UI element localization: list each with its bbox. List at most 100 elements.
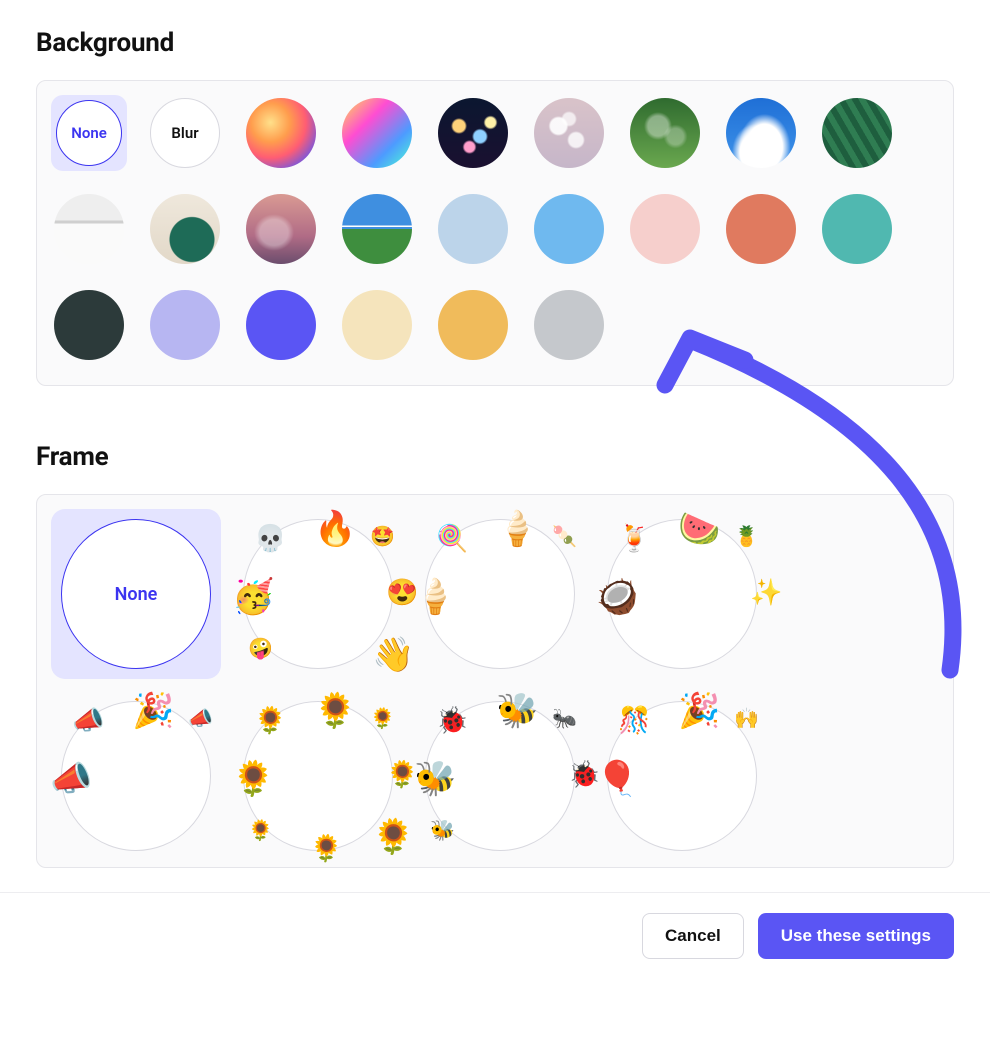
frame-decoration-icon: 🐝 — [414, 762, 456, 796]
background-option-img-palm[interactable] — [819, 95, 895, 171]
cancel-button[interactable]: Cancel — [642, 913, 744, 959]
background-image-swatch — [54, 194, 124, 264]
frame-option-frame-tropical[interactable]: 🍉🍹🍍🥥✨ — [597, 509, 767, 679]
frame-option-frame-celebrate[interactable]: 🎉🎊🙌🎈 — [597, 691, 767, 861]
background-color-swatch — [150, 290, 220, 360]
background-image-swatch — [630, 98, 700, 168]
frame-option-frame-icecream[interactable]: 🍦 🍭 🍡 🍦 — [415, 509, 585, 679]
background-color-swatch — [726, 194, 796, 264]
frame-option-frame-none[interactable]: None — [51, 509, 221, 679]
background-image-swatch — [246, 194, 316, 264]
background-option-img-sunset-clouds[interactable] — [243, 191, 319, 267]
background-option-color-indigo[interactable] — [243, 287, 319, 363]
frame-option-frame-party[interactable]: 🎉 📣 📣 📣 — [51, 691, 221, 861]
background-option-color-teal[interactable] — [819, 191, 895, 267]
frame-preview-circle: None — [61, 519, 211, 669]
background-option-color-blush[interactable] — [627, 191, 703, 267]
background-option-img-green-bokeh[interactable] — [627, 95, 703, 171]
background-color-swatch — [342, 290, 412, 360]
frame-decoration-icon: 🌻 — [248, 820, 273, 840]
background-color-swatch — [534, 194, 604, 264]
frame-decoration-icon: 🍍 — [734, 526, 759, 546]
background-color-swatch — [630, 194, 700, 264]
frame-preview-circle: 🎉🎊🙌🎈 — [607, 701, 757, 851]
frame-decoration-icon: 🐝 — [430, 820, 455, 840]
frame-decoration-icon: 🌻 — [310, 836, 342, 862]
background-image-swatch — [438, 98, 508, 168]
frame-decoration-icon: 🎉 — [132, 694, 174, 728]
frame-section-title: Frame — [36, 442, 954, 472]
frame-decoration-icon: 🌻 — [254, 708, 286, 734]
background-color-swatch — [438, 194, 508, 264]
frame-preview-circle: 🎉📣📣📣 — [61, 701, 211, 851]
frame-decoration-icon: 🌻 — [386, 762, 418, 788]
frame-decoration-icon: 🙌 — [734, 708, 759, 728]
frame-decoration-icon: 😍 — [386, 580, 418, 606]
frame-decoration-icon: 🍦 — [414, 580, 456, 614]
frame-decoration-icon: 🥥 — [596, 580, 638, 614]
frame-decoration-icon: 📣 — [188, 708, 213, 728]
frame-decoration-icon: 💀 — [254, 526, 286, 552]
background-option-color-coral[interactable] — [723, 191, 799, 267]
frame-decoration-icon: 🍡 — [552, 526, 577, 546]
frame-decoration-icon: 🐜 — [552, 708, 577, 728]
background-option-color-charcoal[interactable] — [51, 287, 127, 363]
background-option-img-rainbow-gradient[interactable] — [339, 95, 415, 171]
background-option-img-bliss[interactable] — [339, 191, 415, 267]
background-option-img-room-bw[interactable] — [51, 191, 127, 267]
frame-decoration-icon: 🌻 — [370, 708, 395, 728]
frame-decoration-icon: 📣 — [50, 762, 92, 796]
frame-preview-circle: 🍦🍭🍡🍦 — [425, 519, 575, 669]
background-option-img-warm-gradient[interactable] — [243, 95, 319, 171]
dialog-footer: Cancel Use these settings — [0, 892, 990, 987]
background-options-panel: None Blur — [36, 80, 954, 386]
frame-decoration-icon: 🥳 — [232, 580, 274, 614]
background-color-swatch — [438, 290, 508, 360]
frame-decoration-icon: 🤩 — [370, 526, 395, 546]
frame-decoration-icon: 🍦 — [496, 512, 538, 546]
background-option-color-amber[interactable] — [435, 287, 511, 363]
background-image-swatch — [246, 98, 316, 168]
background-option-color-sky-blue[interactable] — [531, 191, 607, 267]
background-option-img-sky-clouds[interactable] — [723, 95, 799, 171]
background-image-swatch — [726, 98, 796, 168]
background-image-swatch — [534, 98, 604, 168]
background-option-blur[interactable]: Blur — [147, 95, 223, 171]
background-label-blur: Blur — [150, 98, 220, 168]
frame-decoration-icon: 🎈 — [596, 762, 638, 796]
background-option-img-bokeh-night[interactable] — [435, 95, 511, 171]
frame-option-frame-emoji-faces[interactable]: 🔥💀🤩🥳😍🤪👋 — [233, 509, 403, 679]
background-option-color-pale-blue[interactable] — [435, 191, 511, 267]
apply-button[interactable]: Use these settings — [758, 913, 954, 959]
background-label-none: None — [56, 100, 122, 166]
frame-preview-circle: 🍉🍹🍍🥥✨ — [607, 519, 757, 669]
background-option-img-bokeh-pale[interactable] — [531, 95, 607, 171]
background-image-swatch — [342, 98, 412, 168]
background-color-swatch — [822, 194, 892, 264]
background-option-color-cream[interactable] — [339, 287, 415, 363]
background-option-none[interactable]: None — [51, 95, 127, 171]
frame-preview-circle: 🌻🌻🌻🌻🌻🌻🌻🌻 — [243, 701, 393, 851]
background-option-color-silver[interactable] — [531, 287, 607, 363]
background-image-swatch — [150, 194, 220, 264]
frame-decoration-icon: 🐝 — [496, 694, 538, 728]
background-option-img-armchair[interactable] — [147, 191, 223, 267]
frame-decoration-icon: 🍉 — [678, 512, 720, 546]
frame-decoration-icon: 🐞 — [436, 708, 468, 734]
frame-option-frame-bugs[interactable]: 🐝🐞🐜🐝🐞🐝 — [415, 691, 585, 861]
background-option-color-lavender[interactable] — [147, 287, 223, 363]
frame-decoration-icon: 🔥 — [314, 512, 356, 546]
frame-preview-circle: 🔥💀🤩🥳😍🤪👋 — [243, 519, 393, 669]
background-color-swatch — [54, 290, 124, 360]
frame-decoration-icon: 🍹 — [618, 526, 650, 552]
frame-decoration-icon: 📣 — [72, 708, 104, 734]
frame-decoration-icon: 🐞 — [568, 762, 600, 788]
frame-preview-circle: 🐝🐞🐜🐝🐞🐝 — [425, 701, 575, 851]
frame-decoration-icon: 🌻 — [372, 820, 414, 854]
frame-decoration-icon: 🌻 — [314, 694, 356, 728]
frame-options-panel: None🔥💀🤩🥳😍🤪👋🍦🍭🍡🍦🍉🍹🍍🥥✨🎉📣📣📣🌻🌻🌻🌻🌻🌻🌻🌻🐝🐞🐜🐝🐞🐝🎉🎊… — [36, 494, 954, 868]
background-color-swatch — [534, 290, 604, 360]
frame-option-frame-sunflowers[interactable]: 🌻🌻🌻🌻🌻🌻🌻🌻 — [233, 691, 403, 861]
frame-decoration-icon: 🍭 — [436, 526, 468, 552]
frame-decoration-icon: 🎊 — [618, 708, 650, 734]
